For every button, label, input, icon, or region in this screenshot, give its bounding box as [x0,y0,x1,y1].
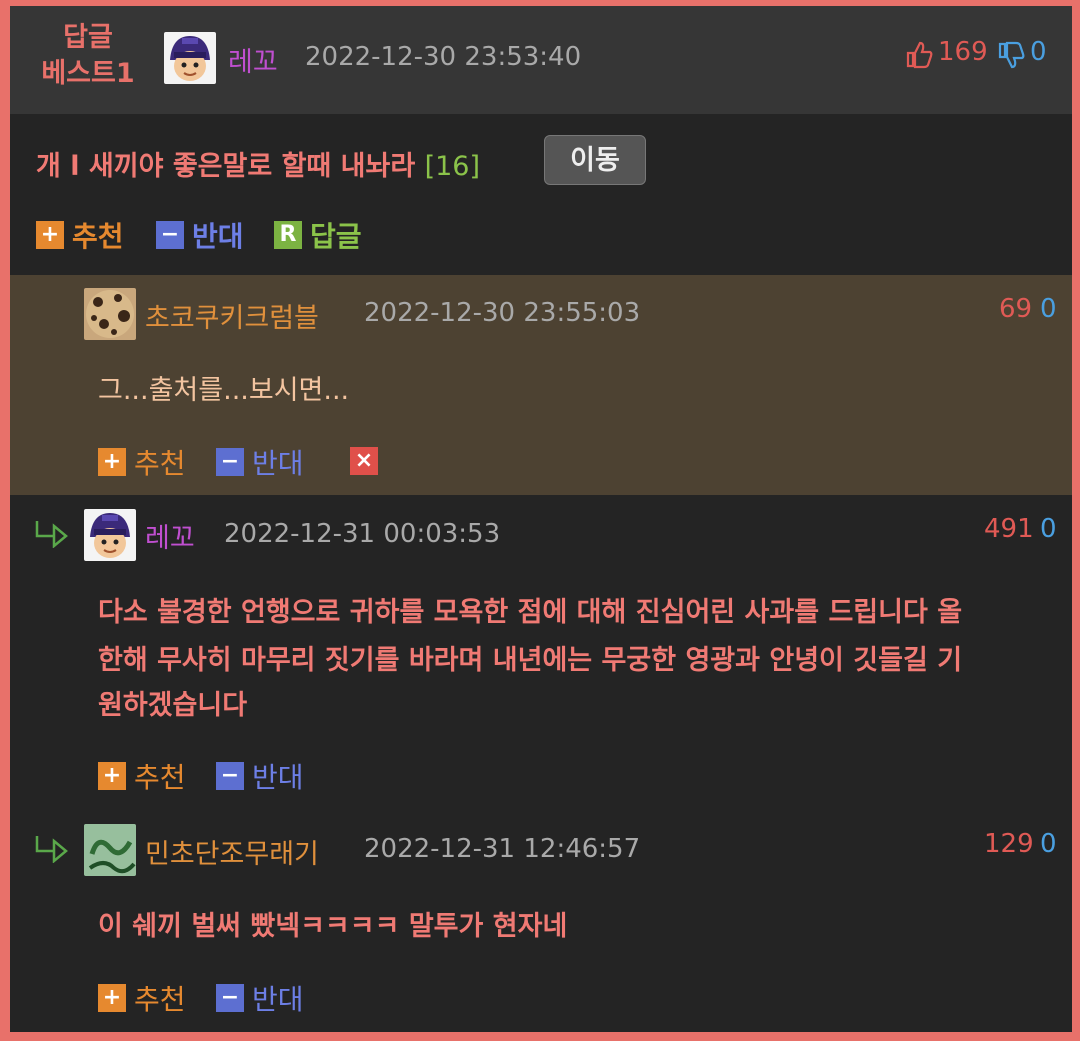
avatar[interactable] [84,509,136,561]
oppose-label: 반대 [252,761,304,794]
oppose-button[interactable]: − 반대 [156,215,244,255]
recommend-button[interactable]: + 추천 [98,442,186,482]
comment-text: 그...출처를...보시면... [98,375,350,406]
minus-icon: − [216,984,244,1012]
comment-text-line: 한해 무사히 마무리 짓기를 바라며 내년에는 무궁한 영광과 안녕이 깃들길 … [98,645,963,676]
comment-text-line: 원하겠습니다 [98,690,248,721]
plus-icon: + [36,221,64,249]
close-icon: × [350,447,378,475]
reply-arrow-icon [34,833,68,864]
recommend-label: 추천 [134,447,186,480]
thumbs-down-icon[interactable] [996,40,1026,74]
minus-icon: − [156,221,184,249]
best-reply-badge: 답글 베스트1 [41,22,135,89]
best-reply-header: 답글 베스트1 레꼬 2022-12-30 23:53:40 169 0 [10,6,1072,114]
comment-nick[interactable]: 초코쿠키크럼블 [145,296,319,335]
oppose-button[interactable]: − 반대 [216,756,304,796]
downvote-count: 0 [1040,514,1057,544]
upvote-count: 69 [999,294,1033,324]
recommend-label: 추천 [134,761,186,794]
comment-nick[interactable]: 레꼬 [145,516,195,555]
recommend-button[interactable]: + 추천 [98,756,186,796]
author-nick[interactable]: 레꼬 [228,40,278,79]
recommend-label: 추천 [134,983,186,1016]
minus-icon: − [216,448,244,476]
plus-icon: + [98,448,126,476]
comment-text-line: 다소 불경한 언행으로 귀하를 모욕한 점에 대해 진심어린 사과를 드립니다 … [98,597,963,628]
upvote-count: 491 [984,514,1034,544]
plus-icon: + [98,984,126,1012]
oppose-label: 반대 [252,447,304,480]
comment-date: 2022-12-30 23:55:03 [364,298,641,328]
delete-button[interactable]: × [350,447,386,475]
downvote-count: 0 [1040,829,1057,859]
oppose-button[interactable]: − 반대 [216,442,304,482]
minus-icon: − [216,762,244,790]
comment-count: [16] [424,151,481,182]
post-title[interactable]: 개 l 새끼야 좋은말로 할때 내놔라 [16] [36,144,480,183]
oppose-label: 반대 [252,983,304,1016]
recommend-button[interactable]: + 추천 [98,978,186,1018]
reply-label: 답글 [310,220,362,253]
avatar[interactable] [164,32,216,84]
post-title-text[interactable]: 개 l 새끼야 좋은말로 할때 내놔라 [36,151,415,182]
comment-text: 이 쉐끼 벌써 빴넥ㅋㅋㅋㅋ 말투가 현자네 [98,911,568,942]
recommend-label: 추천 [72,220,124,253]
avatar[interactable] [84,824,136,876]
avatar[interactable] [84,288,136,340]
oppose-button[interactable]: − 반대 [216,978,304,1018]
move-button[interactable]: 이동 [544,135,646,185]
reply-button[interactable]: R 답글 [274,215,362,255]
post-date: 2022-12-30 23:53:40 [305,42,582,72]
downvote-count: 0 [1040,294,1057,324]
comment-date: 2022-12-31 12:46:57 [364,834,641,864]
recommend-button[interactable]: + 추천 [36,215,124,255]
thumbs-up-icon[interactable] [904,40,934,74]
downvote-count: 0 [1030,37,1047,67]
comment-date: 2022-12-31 00:03:53 [224,519,501,549]
reply-icon: R [274,221,302,249]
comment-panel: 답글 베스트1 레꼬 2022-12-30 23:53:40 169 0 개 l… [10,6,1072,1032]
upvote-count: 129 [984,829,1034,859]
upvote-count: 169 [938,37,988,67]
plus-icon: + [98,762,126,790]
oppose-label: 반대 [192,220,244,253]
reply-arrow-icon [34,518,68,549]
comment-nick[interactable]: 민초단조무래기 [145,832,319,871]
